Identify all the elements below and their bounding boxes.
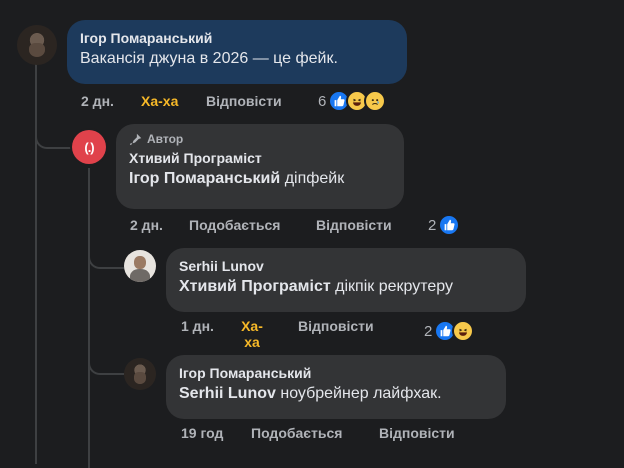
comment-author[interactable]: Ігор Помаранський: [80, 30, 394, 46]
comment-body: ноубрейнер лайфхак.: [280, 385, 442, 402]
reaction-summary[interactable]: 2: [424, 320, 475, 342]
reaction-button[interactable]: Ха-ха: [141, 93, 178, 109]
comment-bubble: Автор Хтивий Програміст Ігор Помаранськи…: [116, 124, 404, 209]
comment-time[interactable]: 2 дн.: [81, 93, 114, 109]
like-button[interactable]: Подобається: [189, 217, 280, 233]
comment-text: Serhii Lunov ноубрейнер лайфхак.: [179, 385, 493, 403]
thread-connector-2: [88, 245, 124, 269]
avatar[interactable]: (.): [72, 130, 106, 164]
comment-bubble: Serhii Lunov Хтивий Програміст дікпік ре…: [166, 248, 526, 312]
author-badge: Автор: [129, 132, 391, 146]
reply-button[interactable]: Відповісти: [379, 425, 455, 441]
thread-connector-3: [88, 351, 124, 375]
thread-connector-1: [35, 125, 71, 149]
comment-text: Вакансія джуна в 2026 — це фейк.: [80, 50, 338, 67]
reply-button[interactable]: Відповісти: [206, 93, 282, 109]
comment-author[interactable]: Serhii Lunov: [179, 258, 513, 274]
like-button[interactable]: Подобається: [251, 425, 342, 441]
author-avatar-text: (.): [84, 139, 94, 155]
comment-text: Хтивий Програміст дікпік рекрутеру: [179, 278, 513, 296]
mention-link[interactable]: Serhii Lunov: [179, 385, 276, 402]
comment-bubble: Ігор Помаранський Вакансія джуна в 2026 …: [67, 20, 407, 84]
reply-button[interactable]: Відповісти: [316, 217, 392, 233]
mention-link[interactable]: Ігор Помаранський: [129, 170, 280, 187]
avatar[interactable]: [17, 25, 57, 65]
thread-line-reply: [88, 168, 90, 468]
comment-author[interactable]: Хтивий Програміст: [129, 150, 391, 166]
avatar[interactable]: [124, 250, 156, 282]
mention-link[interactable]: Хтивий Програміст: [179, 278, 331, 295]
reaction-count: 6: [318, 92, 327, 110]
comment-body: діпфейк: [284, 170, 345, 187]
author-badge-label: Автор: [147, 132, 184, 146]
comment-time[interactable]: 19 год: [181, 425, 223, 441]
comment-time[interactable]: 2 дн.: [130, 217, 163, 233]
reaction-count: 2: [424, 322, 433, 340]
comment-time[interactable]: 1 дн.: [181, 318, 214, 334]
comment-author[interactable]: Ігор Помаранський: [179, 365, 493, 381]
avatar[interactable]: [124, 358, 156, 390]
sad-icon: [364, 90, 387, 112]
thread-line-main: [35, 64, 37, 464]
haha-icon: [452, 320, 475, 342]
reaction-button[interactable]: Ха-ха: [240, 318, 264, 350]
reaction-count: 2: [428, 216, 437, 234]
reaction-summary[interactable]: 6: [318, 90, 387, 112]
comment-text: Ігор Помаранський діпфейк: [129, 170, 391, 188]
like-icon: [438, 214, 461, 236]
comment-bubble: Ігор Помаранський Serhii Lunov ноубрейне…: [166, 355, 506, 419]
reply-button[interactable]: Відповісти: [298, 318, 374, 334]
microphone-icon: [129, 133, 142, 146]
reaction-summary[interactable]: 2: [428, 214, 461, 236]
comment-body: дікпік рекрутеру: [335, 278, 453, 295]
